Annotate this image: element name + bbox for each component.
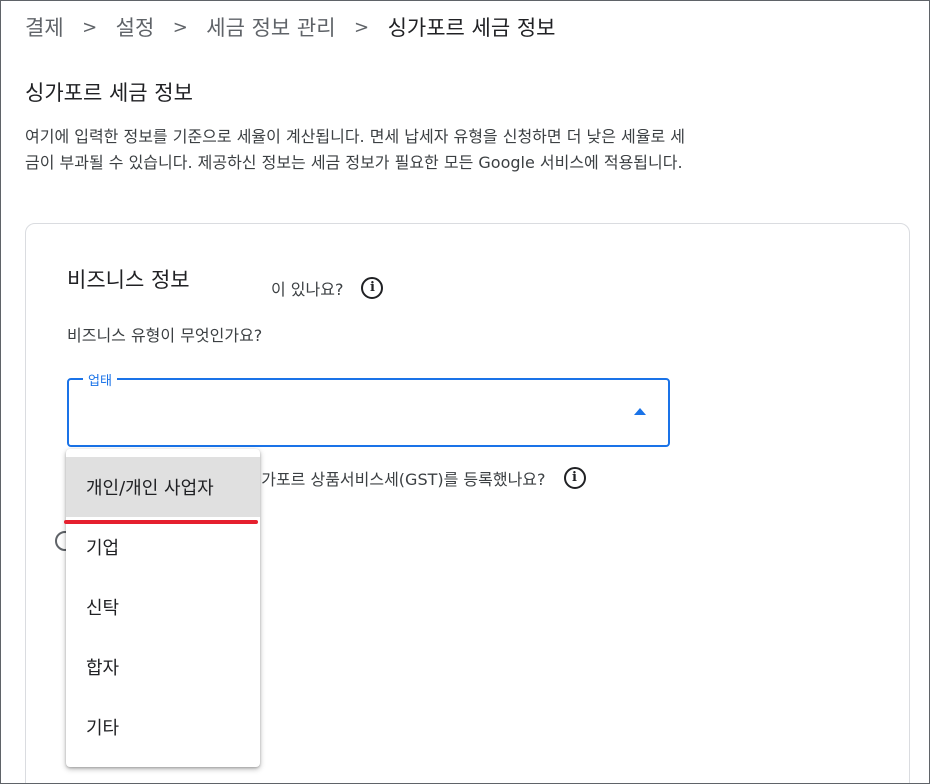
section-title: 비즈니스 정보	[67, 268, 190, 292]
business-type-question: 비즈니스 유형이 무엇인가요?	[67, 326, 263, 345]
chevron-right-icon: >	[172, 16, 188, 38]
business-type-label: 업태	[83, 370, 117, 389]
option-corporation[interactable]: 기업	[66, 517, 260, 577]
highlight-underline	[64, 520, 258, 524]
breadcrumb-current: 싱가포르 세금 정보	[387, 16, 556, 40]
breadcrumb: 결제 > 설정 > 세금 정보 관리 > 싱가포르 세금 정보	[25, 11, 555, 43]
partially-hidden-question: 이 있나요? i	[271, 276, 384, 300]
chevron-right-icon: >	[354, 16, 370, 38]
business-type-dropdown-menu: 개인/개인 사업자 기업 신탁 합자 기타	[66, 449, 260, 767]
breadcrumb-item-settings[interactable]: 설정	[116, 12, 155, 42]
breadcrumb-item-tax-info[interactable]: 세금 정보 관리	[206, 12, 335, 42]
window-frame: 결제 > 설정 > 세금 정보 관리 > 싱가포르 세금 정보 싱가포르 세금 …	[0, 0, 930, 784]
partial-question-text: 이 있나요?	[271, 280, 344, 299]
option-other[interactable]: 기타	[66, 697, 260, 757]
option-partnership[interactable]: 합자	[66, 637, 260, 697]
gst-question: 따라 싱가포르 상품서비스세(GST)를 등록했나요? i	[212, 466, 586, 490]
option-individual[interactable]: 개인/개인 사업자	[66, 457, 260, 517]
option-trust[interactable]: 신탁	[66, 577, 260, 637]
page-title: 싱가포르 세금 정보	[25, 81, 193, 105]
gst-question-text: 따라 싱가포르 상품서비스세(GST)를 등록했나요?	[212, 470, 546, 489]
breadcrumb-item-billing[interactable]: 결제	[25, 12, 64, 42]
info-icon[interactable]: i	[563, 467, 586, 489]
page-description: 여기에 입력한 정보를 기준으로 세율이 계산됩니다. 면세 납세자 유형을 신…	[25, 127, 686, 172]
business-type-select[interactable]: 업태	[67, 370, 670, 447]
info-icon[interactable]: i	[361, 277, 384, 299]
chevron-right-icon: >	[82, 16, 98, 38]
arrow-drop-up-icon	[634, 408, 646, 415]
